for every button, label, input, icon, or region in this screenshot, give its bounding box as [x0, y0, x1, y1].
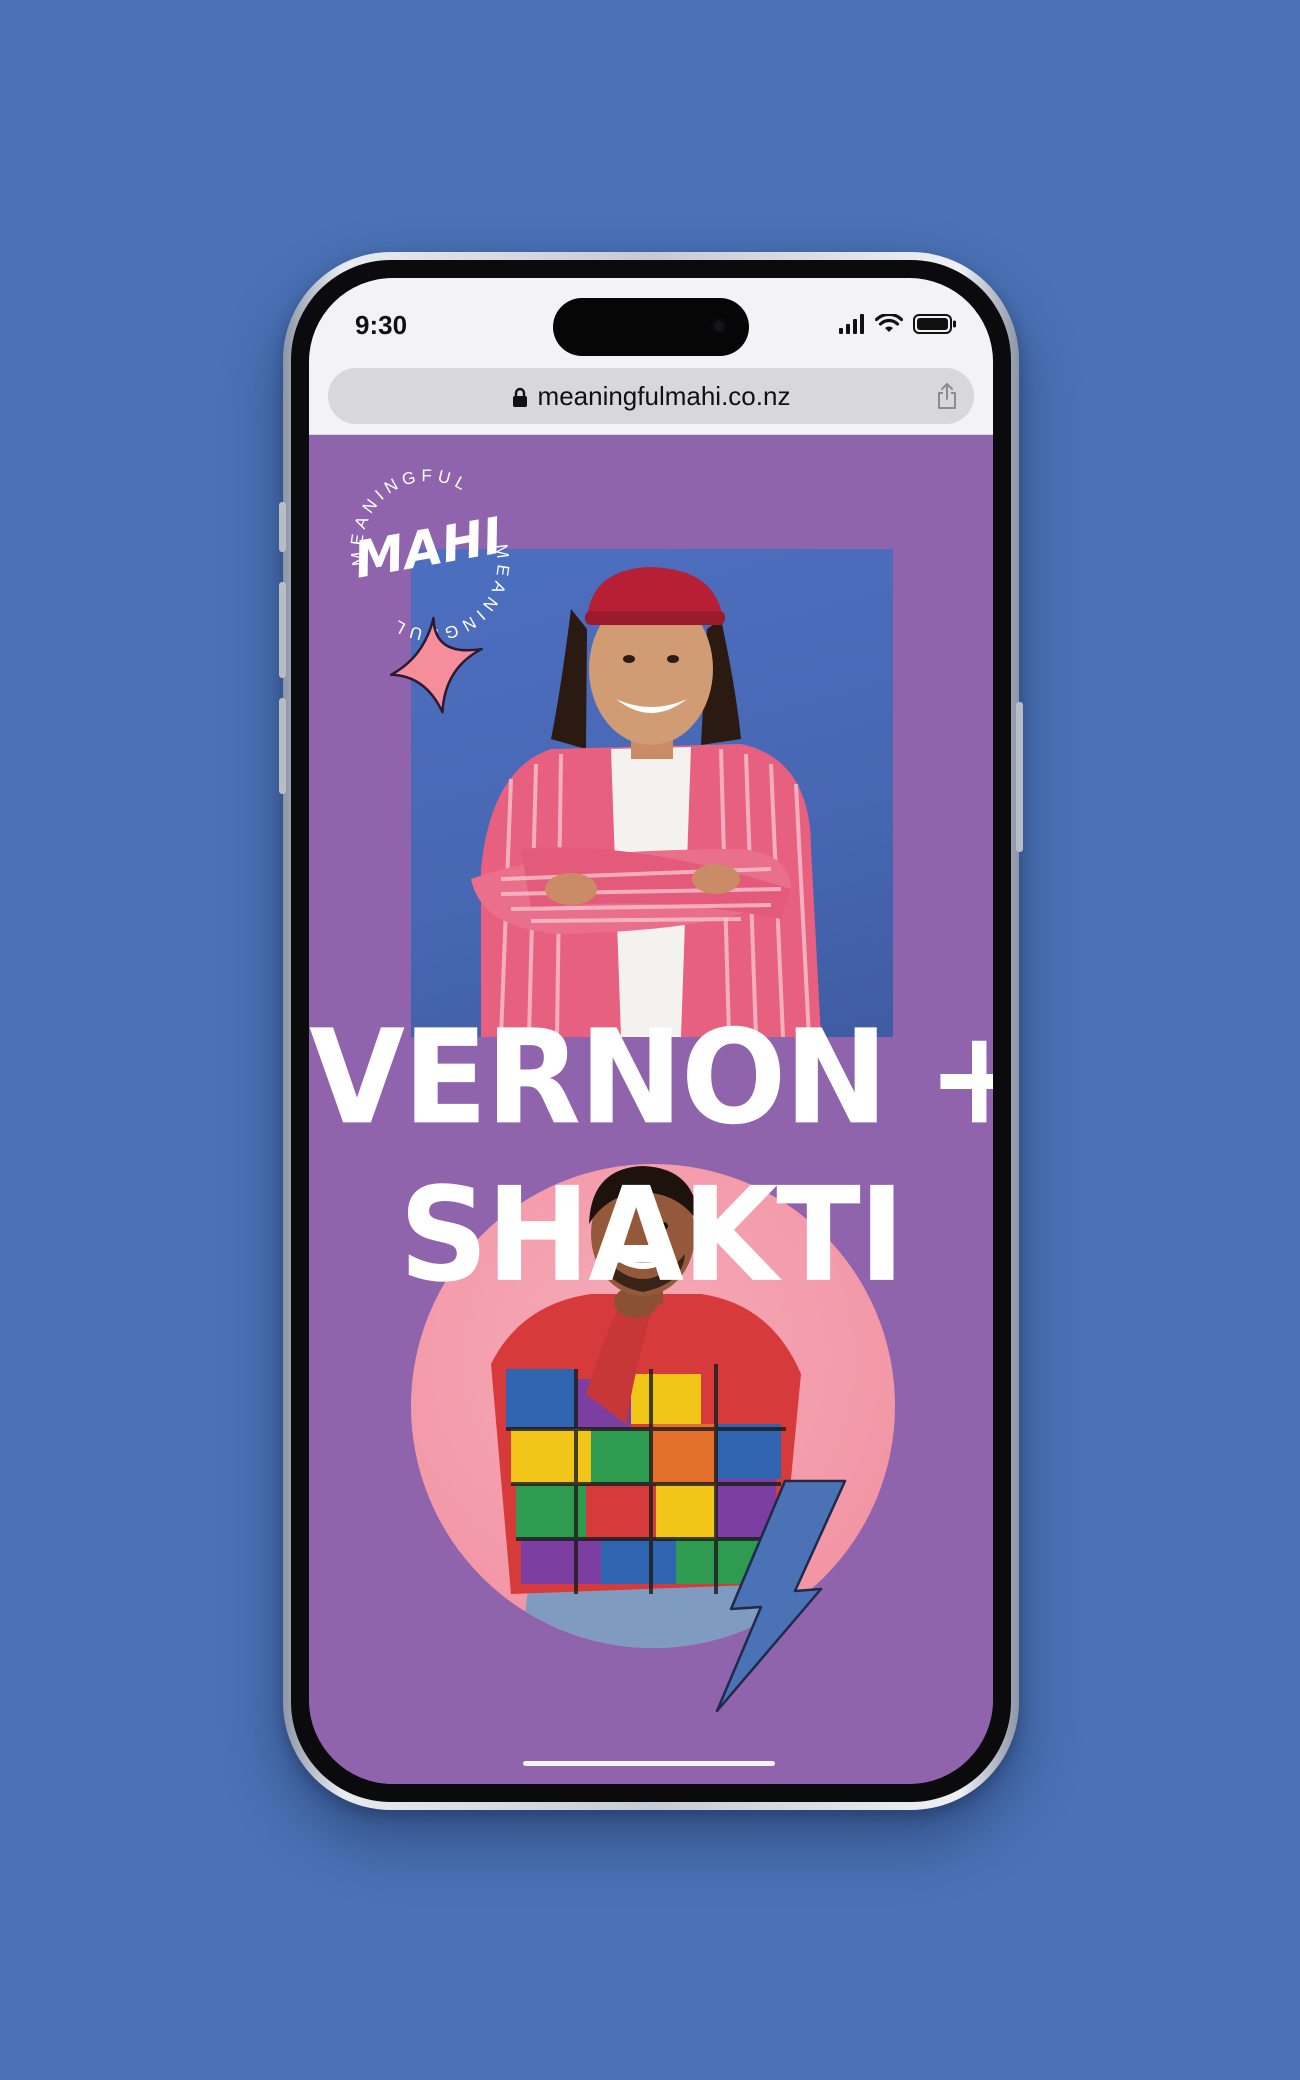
web-page: VERNON + SHAKTI MEANINGFUL MEANINGFUL	[309, 435, 993, 1784]
lightning-bolt-icon	[715, 1479, 847, 1713]
dynamic-island	[553, 298, 749, 356]
url-display[interactable]: meaningfulmahi.co.nz	[328, 381, 974, 412]
hero-headline: VERNON + SHAKTI	[309, 1000, 993, 1315]
browser-chrome: 9:30 meaningfulmahi.co.nz	[309, 278, 993, 435]
sparkle-icon	[389, 616, 483, 714]
power-button	[1016, 702, 1023, 852]
url-text: meaningfulmahi.co.nz	[537, 381, 791, 411]
home-indicator[interactable]	[523, 1761, 775, 1766]
action-button	[279, 502, 286, 552]
phone-bezel: 9:30 meaningfulmahi.co.nz VERNON + SHAKT…	[291, 260, 1011, 1802]
volume-up-button	[279, 582, 286, 678]
signal-icon	[839, 314, 864, 334]
status-icons	[839, 314, 957, 334]
headline-line-2: SHAKTI	[399, 1160, 905, 1312]
lock-icon	[512, 387, 527, 407]
share-icon[interactable]	[936, 382, 958, 410]
volume-down-button	[279, 698, 286, 794]
address-bar[interactable]: meaningfulmahi.co.nz	[328, 368, 974, 424]
phone-screen: 9:30 meaningfulmahi.co.nz VERNON + SHAKT…	[309, 278, 993, 1784]
wifi-icon	[875, 314, 903, 332]
battery-icon	[913, 314, 956, 334]
logo-word: MAHI	[350, 507, 507, 590]
camera-icon	[711, 318, 727, 334]
headline-line-1: VERNON +	[309, 1002, 993, 1154]
status-time: 9:30	[355, 310, 408, 340]
phone-frame: 9:30 meaningfulmahi.co.nz VERNON + SHAKT…	[279, 252, 1023, 1810]
